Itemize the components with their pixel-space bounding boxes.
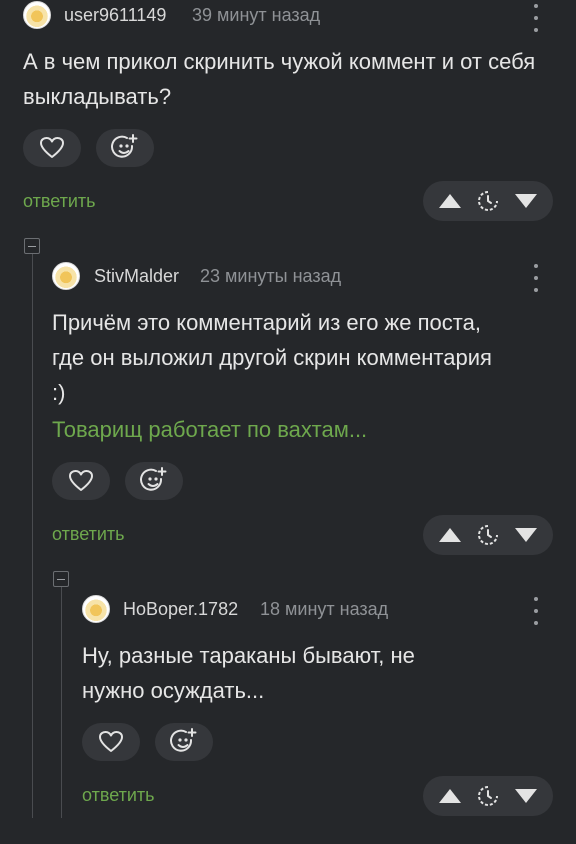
reaction-button[interactable] — [125, 462, 183, 500]
arrow-up-icon[interactable] — [437, 787, 463, 805]
arrow-up-icon[interactable] — [437, 526, 463, 544]
more-vertical-icon[interactable] — [528, 4, 544, 32]
vote-bar — [423, 776, 553, 816]
vote-bar — [423, 181, 553, 221]
comment-author[interactable]: StivMalder — [94, 266, 179, 287]
heart-icon — [69, 470, 93, 491]
more-vertical-icon[interactable] — [528, 597, 544, 625]
comment-author[interactable]: НоВорer.1782 — [123, 599, 238, 620]
comment-time: 18 минут назад — [260, 599, 389, 619]
avatar[interactable] — [23, 1, 51, 29]
collapse-icon[interactable] — [24, 238, 40, 254]
comment-author[interactable]: user9611149 — [64, 5, 166, 26]
arrow-down-icon[interactable] — [513, 526, 539, 544]
like-button[interactable] — [82, 723, 140, 761]
comment-time: 23 минуты назад — [200, 266, 342, 286]
comment-time: 39 минут назад — [192, 5, 321, 25]
thread-line — [61, 580, 62, 818]
like-button[interactable] — [52, 462, 110, 500]
thread-line — [32, 248, 33, 818]
reaction-button[interactable] — [96, 129, 154, 167]
comment-link[interactable]: Товарищ работает по вахтам... — [52, 412, 532, 447]
reply-link[interactable]: ответить — [52, 524, 125, 545]
bookmark-clock-icon[interactable] — [477, 785, 499, 807]
vote-bar — [423, 515, 553, 555]
reaction-button[interactable] — [155, 723, 213, 761]
reply-link[interactable]: ответить — [82, 785, 155, 806]
heart-icon — [99, 731, 123, 752]
emoji-add-icon — [111, 134, 138, 158]
arrow-down-icon[interactable] — [513, 192, 539, 210]
arrow-down-icon[interactable] — [513, 787, 539, 805]
avatar[interactable] — [82, 595, 110, 623]
bookmark-clock-icon[interactable] — [477, 190, 499, 212]
arrow-up-icon[interactable] — [437, 192, 463, 210]
like-button[interactable] — [23, 129, 81, 167]
emoji-add-icon — [140, 467, 167, 491]
emoji-add-icon — [170, 728, 197, 752]
heart-icon — [40, 137, 64, 158]
more-vertical-icon[interactable] — [528, 264, 544, 292]
collapse-icon[interactable] — [53, 571, 69, 587]
comment-text: Ну, разные тараканы бывают, не нужно осу… — [82, 643, 415, 703]
reply-link[interactable]: ответить — [23, 191, 96, 212]
avatar[interactable] — [52, 262, 80, 290]
comment-text: Причём это комментарий из его же поста, … — [52, 310, 492, 405]
bookmark-clock-icon[interactable] — [477, 524, 499, 546]
comment-text: А в чем прикол скринить чужой коммент и … — [23, 49, 536, 109]
